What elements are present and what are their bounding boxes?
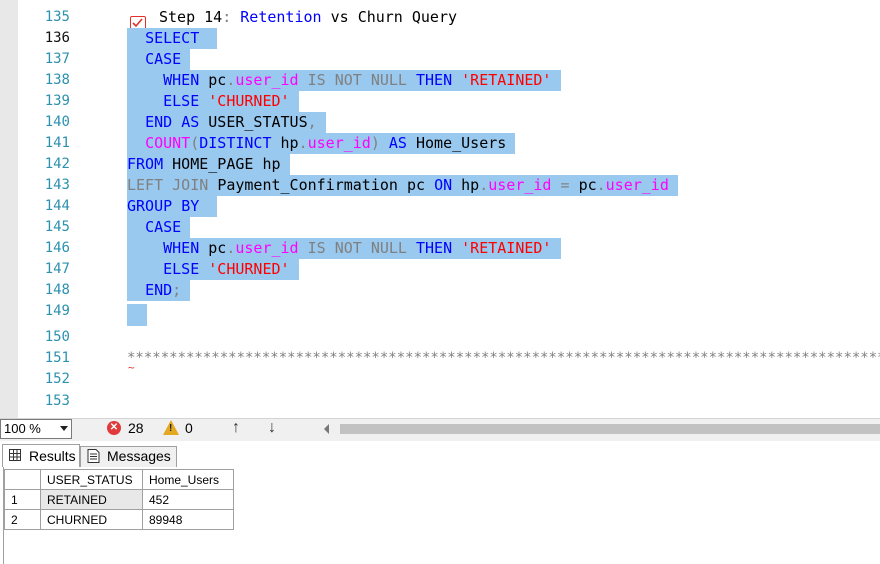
warning-count[interactable]: 0: [185, 420, 193, 436]
code-line[interactable]: 151 ************************************…: [0, 348, 880, 373]
line-number: 144: [44, 198, 70, 214]
line-number: 151: [44, 350, 70, 366]
line-number: 140: [44, 114, 70, 130]
row-number[interactable]: 1: [4, 489, 41, 510]
previous-issue-button[interactable]: ↑: [232, 419, 240, 437]
warning-mark: !: [169, 423, 173, 434]
table-row[interactable]: 2 CHURNED 89948: [4, 509, 234, 530]
next-issue-button[interactable]: ↓: [268, 419, 276, 437]
code-line[interactable]: 144 GROUP BY: [0, 196, 880, 217]
line-number: 136: [44, 30, 70, 46]
scrollbar-thumb[interactable]: [340, 424, 880, 434]
column-header[interactable]: USER_STATUS: [40, 469, 143, 490]
chevron-down-icon: [60, 426, 68, 431]
zoom-dropdown[interactable]: 100 %: [0, 419, 72, 439]
code-line[interactable]: 139 ELSE 'CHURNED': [0, 91, 880, 112]
table-cell[interactable]: CHURNED: [40, 509, 143, 530]
code-line[interactable]: 146 WHEN pc.user_id IS NOT NULL THEN 'RE…: [0, 238, 880, 259]
tab-results[interactable]: Results: [2, 444, 80, 468]
error-icon[interactable]: ✕: [107, 421, 121, 435]
line-number: 139: [44, 93, 70, 109]
line-number: 153: [44, 393, 70, 409]
scroll-left-icon[interactable]: [324, 424, 329, 434]
line-number: 143: [44, 177, 70, 193]
tab-messages[interactable]: Messages: [80, 446, 177, 467]
code-line[interactable]: 138 WHEN pc.user_id IS NOT NULL THEN 'RE…: [0, 70, 880, 91]
sql-editor[interactable]: 134 135 ﹏ Step 14: Retention vs Churn Qu…: [0, 0, 880, 418]
code-line[interactable]: 145 CASE: [0, 217, 880, 238]
editor-status-bar: 100 % ✕ 28 ! 0 ↑ ↓: [0, 418, 880, 441]
code-line: 134: [0, 0, 880, 7]
code-line[interactable]: 153: [0, 391, 880, 412]
grid-icon: [9, 449, 21, 464]
zoom-value: 100 %: [4, 421, 41, 436]
code-line[interactable]: 148 END;: [0, 280, 880, 301]
table-cell[interactable]: 452: [142, 489, 234, 510]
table-cell[interactable]: RETAINED: [40, 489, 143, 510]
results-table[interactable]: USER_STATUS Home_Users 1 RETAINED 452 2 …: [4, 469, 234, 530]
table-cell[interactable]: 89948: [142, 509, 234, 530]
line-number: 135: [44, 9, 70, 25]
horizontal-scrollbar[interactable]: [318, 422, 880, 436]
line-number: 137: [44, 51, 70, 67]
code-line[interactable]: 140 END AS USER_STATUS,: [0, 112, 880, 133]
code-line[interactable]: 136 SELECT: [0, 28, 880, 49]
column-header[interactable]: Home_Users: [142, 469, 234, 490]
line-number: 142: [44, 156, 70, 172]
line-number: 150: [44, 329, 70, 345]
line-number: 138: [44, 72, 70, 88]
header-row: USER_STATUS Home_Users: [4, 469, 234, 490]
code-line[interactable]: 150: [0, 327, 880, 348]
code-line[interactable]: 135 ﹏ Step 14: Retention vs Churn Query: [0, 7, 880, 34]
line-number: 134: [18, 0, 70, 7]
messages-icon: [87, 449, 100, 466]
code-line[interactable]: 147 ELSE 'CHURNED': [0, 259, 880, 280]
corner-cell[interactable]: [4, 469, 41, 490]
results-grid[interactable]: USER_STATUS Home_Users 1 RETAINED 452 2 …: [0, 467, 880, 564]
row-number[interactable]: 2: [4, 509, 41, 530]
code-line[interactable]: 137 CASE: [0, 49, 880, 70]
tab-messages-label: Messages: [107, 448, 171, 464]
code-line[interactable]: 142 FROM HOME_PAGE hp: [0, 154, 880, 175]
line-number: 146: [44, 240, 70, 256]
line-number: 148: [44, 282, 70, 298]
table-row[interactable]: 1 RETAINED 452: [4, 489, 234, 510]
line-number: 152: [44, 371, 70, 387]
code-line[interactable]: 152: [0, 369, 880, 390]
line-number: 149: [44, 303, 70, 319]
results-tabs: Results Messages: [0, 442, 880, 468]
error-count[interactable]: 28: [128, 420, 144, 436]
tab-results-label: Results: [29, 448, 76, 464]
line-number: 141: [44, 135, 70, 151]
selection-end: [127, 304, 147, 326]
line-number: 147: [44, 261, 70, 277]
code-line[interactable]: 143 LEFT JOIN Payment_Confirmation pc ON…: [0, 175, 880, 196]
line-number: 145: [44, 219, 70, 235]
code-line[interactable]: 141 COUNT(DISTINCT hp.user_id) AS Home_U…: [0, 133, 880, 154]
